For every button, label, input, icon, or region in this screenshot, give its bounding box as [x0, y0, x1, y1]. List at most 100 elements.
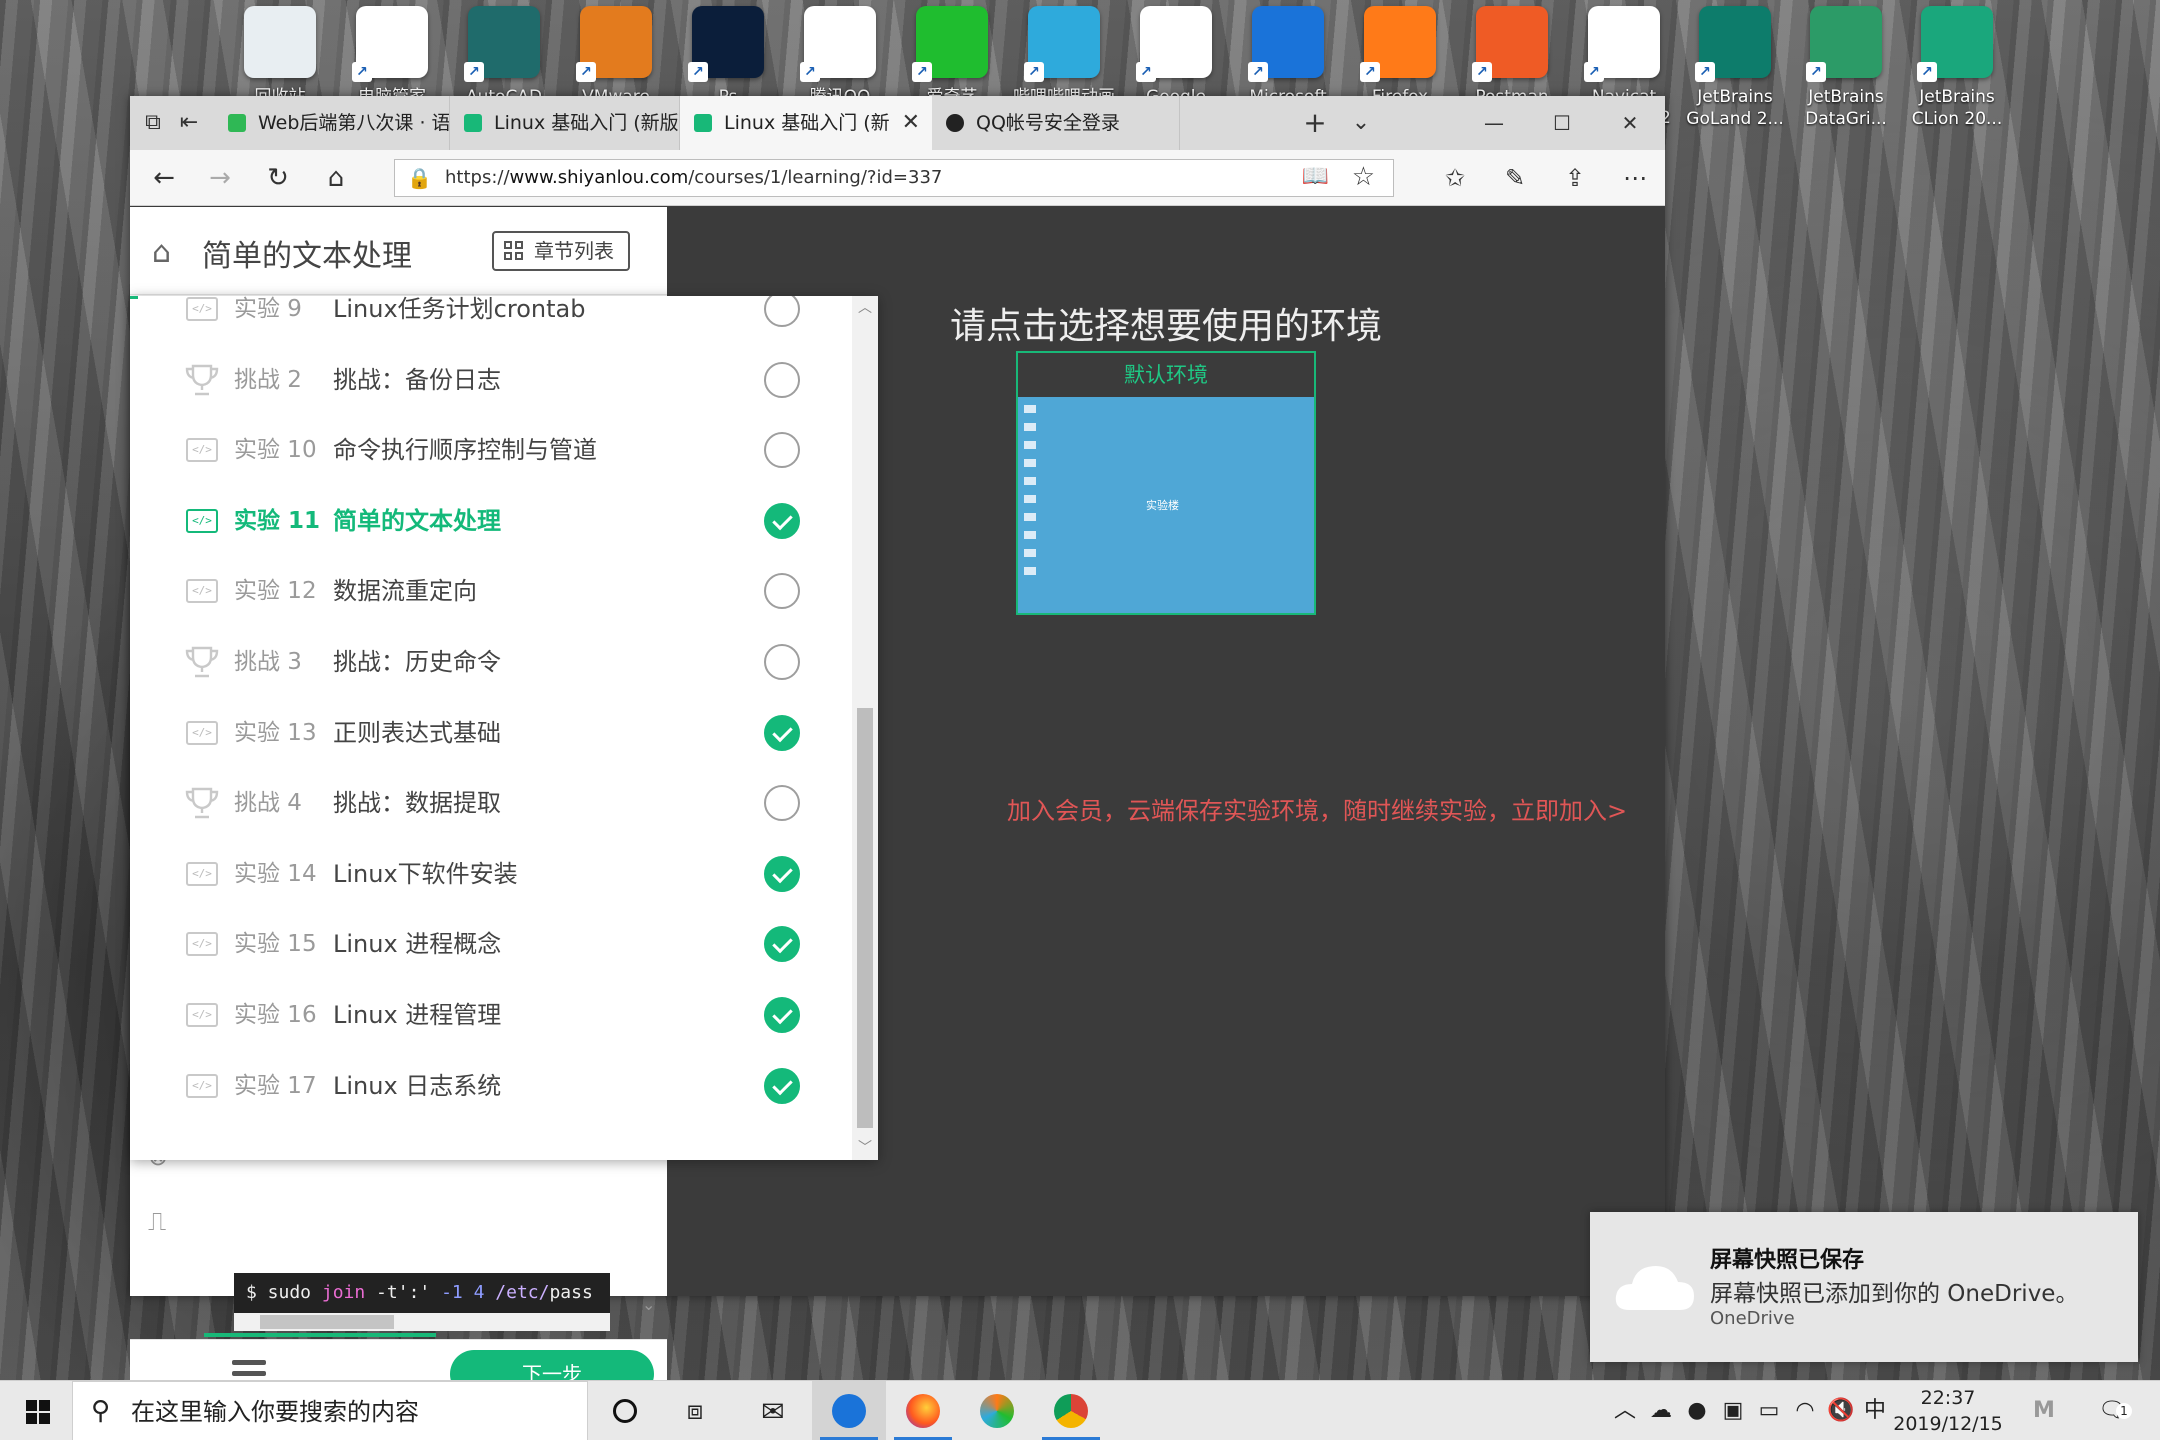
desktop-shortcut[interactable]: ↗ Navicat — [1572, 0, 1676, 98]
volume-muted-icon[interactable]: 🔇 — [1824, 1381, 1858, 1440]
chapter-item[interactable]: </> 实验 12 数据流重定向 — [130, 556, 850, 627]
tab-list-chevron-down-icon[interactable]: ⌄ — [1344, 106, 1378, 140]
desktop-shortcut[interactable]: ↗ JetBrains GoLand 2... — [1683, 0, 1787, 134]
taskbar-chrome-icon[interactable] — [1034, 1381, 1108, 1440]
share-icon[interactable]: ⇪ — [1552, 158, 1598, 198]
favorites-list-icon[interactable]: ✩ — [1432, 158, 1478, 198]
onedrive-tray-icon[interactable]: ☁ — [1644, 1381, 1678, 1440]
maximize-icon[interactable]: ☐ — [1528, 96, 1596, 150]
code-horizontal-scrollbar[interactable] — [234, 1313, 610, 1331]
action-center-icon[interactable]: 🗨 1 — [2090, 1381, 2134, 1440]
desktop-shortcut[interactable]: ↗ 爱奇艺 — [900, 0, 1004, 98]
chapter-item[interactable]: 挑战 4 挑战：数据提取 — [130, 768, 850, 839]
taskbar-search-field[interactable]: ⚲ 在这里输入你要搜索的内容 — [72, 1381, 588, 1440]
url-field[interactable]: 🔒 https://www.shiyanlou.com/courses/1/le… — [394, 159, 1394, 197]
desktop-shortcut[interactable]: ↗ 腾讯QQ — [788, 0, 892, 98]
minimize-icon[interactable]: — — [1460, 96, 1528, 150]
chapter-item[interactable]: </> 实验 16 Linux 进程管理 — [130, 980, 850, 1051]
course-home-icon[interactable]: ⌂ — [152, 235, 171, 270]
security-tray-icon[interactable]: ▣ — [1716, 1381, 1750, 1440]
edge-icon: ↗ — [1248, 6, 1324, 82]
desktop-shortcut[interactable]: ↗ Microsoft — [1236, 0, 1340, 98]
wifi-icon[interactable]: ◠ — [1788, 1381, 1822, 1440]
chapter-item[interactable]: </> 实验 9 Linux任务计划crontab — [130, 296, 850, 345]
tab-yuque[interactable]: Web后端第八次课 · 语雀 — [214, 96, 450, 150]
tab-linux-basics[interactable]: Linux 基础入门 (新版) — [450, 96, 680, 150]
membership-promo-link[interactable]: 加入会员，云端保存实验环境，随时继续实验，立即加入> — [1007, 791, 1627, 826]
desktop-shortcut[interactable]: ↗ 电脑管家 — [340, 0, 444, 98]
desktop-shortcut[interactable]: ↗ Postman — [1460, 0, 1564, 98]
chapter-item[interactable]: </> 实验 15 Linux 进程概念 — [130, 909, 850, 980]
chapter-item[interactable]: 挑战 2 挑战：备份日志 — [130, 345, 850, 416]
trophy-icon — [185, 787, 219, 819]
taskbar-firefox-icon[interactable] — [886, 1381, 960, 1440]
chapter-item[interactable]: </> 实验 10 命令执行顺序控制与管道 — [130, 415, 850, 486]
refresh-icon[interactable]: ↻ — [258, 160, 298, 196]
shortcut-arrow-icon: ↗ — [1360, 62, 1380, 82]
onedrive-notification[interactable]: 屏幕快照已保存 屏幕快照已添加到你的 OneDrive。 OneDrive — [1590, 1212, 2138, 1362]
autocad-icon: ↗ — [464, 6, 540, 82]
cortana-icon[interactable] — [588, 1381, 662, 1440]
tab-qq-login[interactable]: QQ帐号安全登录 — [932, 96, 1180, 150]
back-icon[interactable]: ← — [144, 160, 184, 196]
desktop-shortcut[interactable]: ↗ 哔哩哔哩动画 — [1012, 0, 1116, 98]
task-view-icon[interactable]: ⧈ — [658, 1381, 732, 1440]
step-side-icon[interactable]: ⎍ — [148, 1207, 166, 1238]
chapter-name: 挑战：备份日志 — [333, 365, 501, 394]
desktop-shortcut[interactable]: ↗ Firefox — [1348, 0, 1452, 98]
close-tab-icon[interactable]: ✕ — [902, 96, 920, 150]
chapter-item[interactable]: 挑战 3 挑战：历史命令 — [130, 627, 850, 698]
default-environment-label: 默认环境 — [1124, 363, 1208, 387]
shortcut-arrow-icon: ↗ — [1248, 62, 1268, 82]
chapter-name: 命令执行顺序控制与管道 — [333, 436, 597, 465]
desktop-shortcut[interactable]: ↗ AutoCAD — [452, 0, 556, 98]
shortcut-arrow-icon: ↗ — [1024, 62, 1044, 82]
desktop-shortcut[interactable]: ↗ JetBrains DataGri... — [1794, 0, 1898, 134]
chrome-icon: ↗ — [1136, 6, 1212, 82]
new-tab-icon[interactable]: + — [1298, 106, 1332, 140]
set-aside-tabs-icon[interactable]: ⇤ — [172, 106, 206, 140]
forward-icon[interactable]: → — [200, 160, 240, 196]
completed-check-icon — [764, 855, 800, 892]
desktop-shortcut[interactable]: ↗ JetBrains CLion 20... — [1905, 0, 2009, 134]
chapter-list-scrollbar[interactable]: ︿ ﹀ — [852, 296, 878, 1160]
scroll-down-icon[interactable]: ﹀ — [852, 1136, 878, 1160]
chapter-item[interactable]: </> 实验 11 简单的文本处理 — [130, 486, 850, 557]
scroll-up-icon[interactable]: ︿ — [852, 296, 878, 320]
chapter-item[interactable]: </> 实验 17 Linux 日志系统 — [130, 1051, 850, 1122]
mail-icon[interactable]: ✉ — [736, 1381, 810, 1440]
tab-linux-basics-active[interactable]: Linux 基础入门 (新 ✕ — [680, 96, 932, 150]
chapter-number: 挑战 4 — [234, 790, 302, 817]
battery-icon[interactable]: ▭ — [1752, 1381, 1786, 1440]
clock[interactable]: 22:37 2019/12/15 — [1888, 1385, 2008, 1437]
panel-scroll-down-icon[interactable]: ⌄ — [642, 1295, 655, 1314]
qq-tray-icon[interactable]: ● — [1680, 1381, 1714, 1440]
pc-manager-tray-icon[interactable]: M — [2024, 1381, 2064, 1440]
desktop-shortcut-label: JetBrains GoLand 2... — [1686, 87, 1784, 129]
taskbar-photos-icon[interactable] — [960, 1381, 1034, 1440]
desktop-shortcut[interactable]: ↗ Ps — [676, 0, 780, 98]
taskbar-edge-icon[interactable] — [812, 1381, 886, 1440]
reading-view-icon[interactable]: 📖 — [1302, 164, 1329, 189]
chapter-number: 挑战 3 — [234, 649, 302, 675]
notes-pen-icon[interactable]: ✎ — [1492, 158, 1538, 198]
home-icon[interactable]: ⌂ — [316, 160, 356, 196]
desktop-shortcut[interactable]: 回收站 — [228, 0, 332, 98]
tab-preview-icon[interactable]: ⧉ — [136, 106, 170, 140]
iqiyi-icon: ↗ — [912, 6, 988, 82]
shortcut-arrow-icon: ↗ — [1472, 62, 1492, 82]
more-menu-icon[interactable]: ⋯ — [1612, 158, 1658, 198]
windows-start-icon[interactable] — [0, 1381, 72, 1440]
chapter-list-button[interactable]: 章节列表 — [492, 231, 630, 271]
chapter-item[interactable]: </> 实验 13 正则表达式基础 — [130, 698, 850, 769]
chapter-item[interactable]: </> 实验 14 Linux下软件安装 — [130, 839, 850, 910]
ime-indicator[interactable]: 中 — [1860, 1381, 1890, 1440]
desktop-shortcut[interactable]: ↗ Google — [1124, 0, 1228, 98]
default-environment-card[interactable]: 默认环境 实验楼 — [1016, 351, 1316, 615]
bilibili-icon: ↗ — [1024, 6, 1100, 82]
close-window-icon[interactable]: ✕ — [1596, 96, 1664, 150]
favorite-star-icon[interactable]: ☆ — [1352, 162, 1375, 192]
chapter-list-popup: </> 实验 9 Linux任务计划crontab 挑战 2 挑战：备份日志 </> 实验 … — [130, 296, 878, 1160]
desktop-shortcut[interactable]: ↗ VMware — [564, 0, 668, 98]
show-hidden-icons-chevron-icon[interactable]: ︿ — [1610, 1381, 1640, 1440]
